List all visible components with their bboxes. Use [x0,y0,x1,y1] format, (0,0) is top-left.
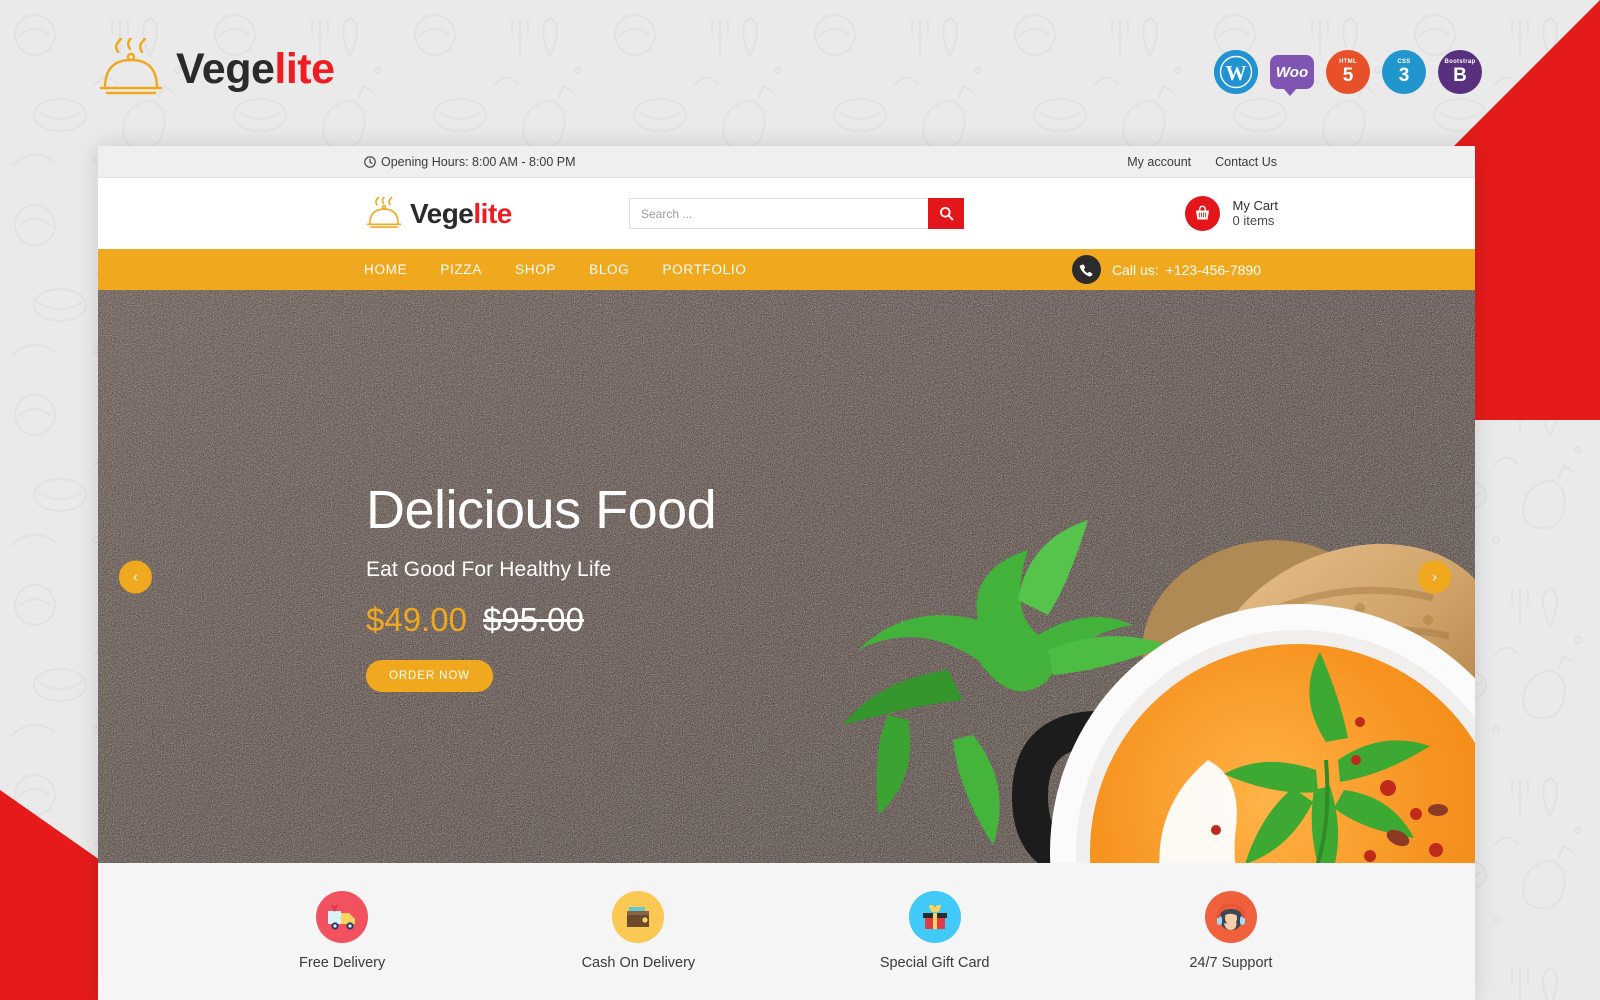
tech-badges: W Woo HTML 5 CSS 3 Bootstrap B [1214,50,1482,96]
woocommerce-bubble: Woo [1270,55,1314,96]
shopping-basket-icon [1195,205,1209,220]
site-topbar: Opening Hours: 8:00 AM - 8:00 PM My acco… [98,146,1475,178]
hero-original-price: $95.00 [482,600,584,638]
feature-24-7-support[interactable]: 24/7 Support [1083,863,1379,1000]
nav-item-pizza[interactable]: PIZZA [440,262,482,277]
promo-brand-text: Vegelite [176,44,335,93]
search-button[interactable] [928,198,964,229]
nav-item-blog[interactable]: BLOG [589,262,629,277]
woocommerce-badge: Woo [1270,50,1314,96]
headset-support-icon [1204,891,1257,943]
clock-icon [364,155,376,168]
bootstrap-label: B [1453,65,1467,86]
feature-label: 24/7 Support [1189,955,1273,971]
hero-slider: Delicious Food Eat Good For Healthy Life… [98,290,1475,863]
hero-sale-price: $49.00 [366,600,467,638]
opening-hours: Opening Hours: 8:00 AM - 8:00 PM [364,155,576,169]
cloche-icon [366,196,402,228]
truck-glyph [328,904,356,930]
cart-icon-circle [1184,196,1220,231]
site-logo[interactable]: Vegelite [366,196,512,231]
woocommerce-label: Woo [1275,63,1309,81]
contact-us-link[interactable]: Contact Us [1215,155,1277,169]
hero-subtitle: Eat Good For Healthy Life [366,557,612,581]
page-root: Vegelite W Woo HTML 5 CSS 3 Bootstrap B … [0,0,1600,1000]
gift-box-icon [908,891,961,943]
brand-part-1: Vege [176,44,275,93]
wallet-glyph [627,907,650,927]
feature-label: Cash On Delivery [581,955,696,971]
gift-glyph [922,904,947,929]
hero-prices: $49.00 $95.00 [366,601,716,639]
website-mockup: Opening Hours: 8:00 AM - 8:00 PM My acco… [98,146,1475,1000]
search-input[interactable] [629,198,928,229]
wordpress-badge: W [1214,50,1258,94]
html5-label: 5 [1342,65,1354,86]
support-agent-glyph [1216,903,1246,930]
nav-item-portfolio[interactable]: PORTFOLIO [662,262,746,277]
brand-part-2: lite [274,44,335,93]
site-brand-text: Vegelite [410,197,512,229]
hero-title: Delicious Food [366,480,717,540]
my-account-link[interactable]: My account [1127,155,1191,169]
site-header: Vegelite Search ... My Cart 0 items [98,178,1475,249]
call-us-label: Call us: [1111,261,1159,278]
feature-label: Special Gift Card [879,955,990,971]
css3-label: 3 [1398,65,1410,86]
feature-label: Free Delivery [299,955,386,971]
css3-badge: CSS 3 [1382,50,1426,94]
main-navigation: HOME PIZZA SHOP BLOG PORTFOLIO Call us: +… [98,249,1475,290]
wallet-icon [612,891,665,943]
phone-number: +123-456-7890 [1165,261,1261,278]
hero-food-photo [98,290,1475,863]
cart-item-count: 0 items [1232,212,1275,228]
phone-icon-circle [1071,255,1101,284]
topbar-links: My account Contact Us [1127,155,1277,169]
opening-hours-text: Opening Hours: 8:00 AM - 8:00 PM [381,154,576,169]
cart-text: My Cart 0 items [1232,197,1279,229]
phone-icon [1080,264,1093,276]
call-us-widget[interactable]: Call us: +123-456-7890 [1071,255,1261,284]
feature-cash-on-delivery[interactable]: Cash On Delivery [490,863,786,1000]
svg-text:W: W [1226,61,1247,85]
feature-free-delivery[interactable]: Free Delivery [194,863,490,1000]
nav-item-home[interactable]: HOME [364,262,407,277]
hero-content: Delicious Food Eat Good For Healthy Life… [366,480,717,692]
bootstrap-badge: Bootstrap B [1438,50,1482,94]
order-now-button[interactable]: ORDER NOW [366,659,493,692]
cart-widget[interactable]: My Cart 0 items [1184,196,1279,231]
wordpress-icon: W [1214,50,1258,94]
nav-item-shop[interactable]: SHOP [515,262,556,277]
html5-badge: HTML 5 [1326,50,1370,94]
search-box [629,198,964,229]
search-icon [939,207,953,221]
call-us-text: Call us: +123-456-7890 [1112,262,1261,278]
slider-prev-button[interactable]: ‹ [119,560,152,593]
cloche-icon [99,38,163,95]
delivery-truck-icon [316,891,369,943]
cart-title: My Cart [1232,197,1279,213]
brand-part-1: Vege [410,197,474,229]
slider-next-button[interactable]: › [1418,560,1451,593]
promo-header: Vegelite W Woo HTML 5 CSS 3 Bootstrap B [0,0,1600,146]
promo-brand-logo: Vegelite [98,38,335,100]
nav-links: HOME PIZZA SHOP BLOG PORTFOLIO [364,262,747,277]
feature-special-gift-card[interactable]: Special Gift Card [787,863,1083,1000]
features-strip: Free Delivery Cash On Delivery Special G… [98,863,1475,1000]
brand-part-2: lite [473,197,512,229]
